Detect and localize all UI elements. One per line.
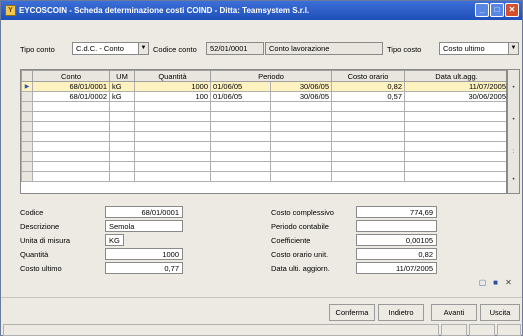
costo-orario-unit-label: Costo orario unit. (271, 250, 329, 259)
coefficiente-field[interactable]: 0,00105 (356, 234, 437, 246)
table-row[interactable] (21, 141, 506, 152)
cell-costo-orario[interactable]: 0,57 (331, 91, 406, 102)
minimize-button[interactable]: _ (475, 3, 489, 17)
descrizione-field[interactable]: Semola (105, 220, 183, 232)
status-bar (3, 324, 439, 336)
status-panel (469, 324, 495, 336)
column-header-costo-orario[interactable]: Costo orario (331, 70, 406, 82)
quantita-field[interactable]: 1000 (105, 248, 183, 260)
row-indicator (21, 91, 33, 102)
table-row[interactable] (21, 111, 506, 122)
codice-conto-label: Codice conto (153, 45, 197, 54)
column-header-um[interactable]: UM (109, 70, 135, 82)
app-icon: Y (5, 5, 16, 16)
cell-periodo-al[interactable]: 30/06/05 (269, 81, 333, 92)
cell-periodo-al[interactable]: 30/06/05 (269, 91, 333, 102)
avanti-button[interactable]: Avanti (431, 304, 477, 321)
scroll-marker-icon[interactable]: • (509, 116, 518, 125)
cell-data[interactable]: 30/06/2005 (404, 91, 506, 102)
save-icon[interactable]: ■ (491, 278, 500, 287)
scroll-marker-icon[interactable]: • (509, 176, 518, 185)
cell-data[interactable]: 11/07/2005 (404, 81, 506, 92)
current-row-arrow-icon: ▶ (21, 81, 33, 92)
tipo-costo-value: Costo ultimo (443, 44, 485, 53)
maximize-button[interactable]: □ (490, 3, 504, 17)
cell-costo-orario[interactable]: 0,82 (331, 81, 406, 92)
table-row[interactable] (21, 171, 506, 182)
cell-conto[interactable]: 68/01/0002 (32, 91, 110, 102)
close-button[interactable]: ✕ (505, 3, 519, 17)
table-row[interactable] (21, 151, 506, 162)
status-panel (441, 324, 467, 336)
new-icon[interactable]: ▢ (478, 278, 487, 287)
data-aggiornamento-field[interactable]: 11/07/2005 (356, 262, 437, 274)
column-header-periodo[interactable]: Periodo (209, 70, 333, 82)
cell-um[interactable]: kG (109, 81, 135, 92)
conferma-button[interactable]: Conferma (329, 304, 375, 321)
conto-description-field: Conto lavorazione (265, 42, 383, 55)
periodo-contabile-label: Periodo contabile (271, 222, 329, 231)
title-bar: Y EYCOSCOIN - Scheda determinazione cost… (1, 1, 522, 20)
descrizione-label: Descrizione (20, 222, 60, 231)
indietro-button[interactable]: Indietro (378, 304, 424, 321)
divider (1, 297, 522, 298)
delete-icon[interactable]: ✕ (504, 278, 513, 287)
periodo-contabile-field[interactable] (356, 220, 437, 232)
table-row[interactable] (21, 161, 506, 172)
table-row[interactable] (21, 131, 506, 142)
window-title: EYCOSCOIN - Scheda determinazione costi … (19, 6, 310, 15)
row-indicator-header (21, 70, 33, 82)
cell-periodo-dal[interactable]: 01/06/05 (210, 81, 271, 92)
column-header-data-ult-agg[interactable]: Data ult.agg. (404, 70, 506, 82)
tipo-costo-select[interactable]: Costo ultimo ▼ (439, 42, 519, 55)
unita-misura-label: Unita di misura (20, 236, 71, 245)
coefficiente-label: Coefficiente (271, 236, 311, 245)
tipo-conto-value: C.d.C. - Conto (76, 44, 124, 53)
costo-ultimo-field[interactable]: 0,77 (105, 262, 183, 274)
cell-quantita[interactable]: 100 (134, 91, 211, 102)
tipo-conto-label: Tipo conto (20, 45, 55, 54)
quantita-label: Quantità (20, 250, 49, 259)
costs-grid[interactable]: Conto UM Quantità Periodo Costo orario D… (20, 69, 507, 194)
costo-orario-unit-field[interactable]: 0,82 (356, 248, 437, 260)
scroll-marker-icon[interactable]: : (509, 148, 518, 157)
grid-vertical-scrollbar[interactable]: • • : • (507, 69, 520, 194)
unita-misura-field[interactable]: KG (105, 234, 124, 246)
table-row[interactable]: 68/01/0002 kG 100 01/06/05 30/06/05 0,57… (21, 91, 506, 102)
column-header-quantita[interactable]: Quantità (134, 70, 211, 82)
column-header-conto[interactable]: Conto (32, 70, 110, 82)
cell-conto[interactable]: 68/01/0001 (32, 81, 110, 92)
table-row[interactable] (21, 101, 506, 112)
costo-complessivo-label: Costo complessivo (271, 208, 334, 217)
costo-complessivo-field[interactable]: 774,69 (356, 206, 437, 218)
uscita-button[interactable]: Uscita (480, 304, 520, 321)
tipo-costo-label: Tipo costo (387, 45, 422, 54)
cell-periodo-dal[interactable]: 01/06/05 (210, 91, 271, 102)
table-row[interactable] (21, 121, 506, 132)
codice-field[interactable]: 68/01/0001 (105, 206, 183, 218)
tipo-conto-select[interactable]: C.d.C. - Conto ▼ (72, 42, 149, 55)
chevron-down-icon[interactable]: ▼ (508, 43, 518, 54)
costo-ultimo-label: Costo ultimo (20, 264, 62, 273)
cell-quantita[interactable]: 1000 (134, 81, 211, 92)
data-aggiornamento-label: Data ulti. aggiorn. (271, 264, 330, 273)
chevron-down-icon[interactable]: ▼ (138, 43, 148, 54)
table-row[interactable]: ▶ 68/01/0001 kG 1000 01/06/05 30/06/05 0… (21, 81, 506, 92)
cell-um[interactable]: kG (109, 91, 135, 102)
status-panel (497, 324, 521, 336)
main-window: Y EYCOSCOIN - Scheda determinazione cost… (0, 0, 523, 336)
scroll-marker-icon[interactable]: • (509, 84, 518, 93)
codice-conto-field[interactable]: 52/01/0001 (206, 42, 264, 55)
codice-label: Codice (20, 208, 44, 217)
